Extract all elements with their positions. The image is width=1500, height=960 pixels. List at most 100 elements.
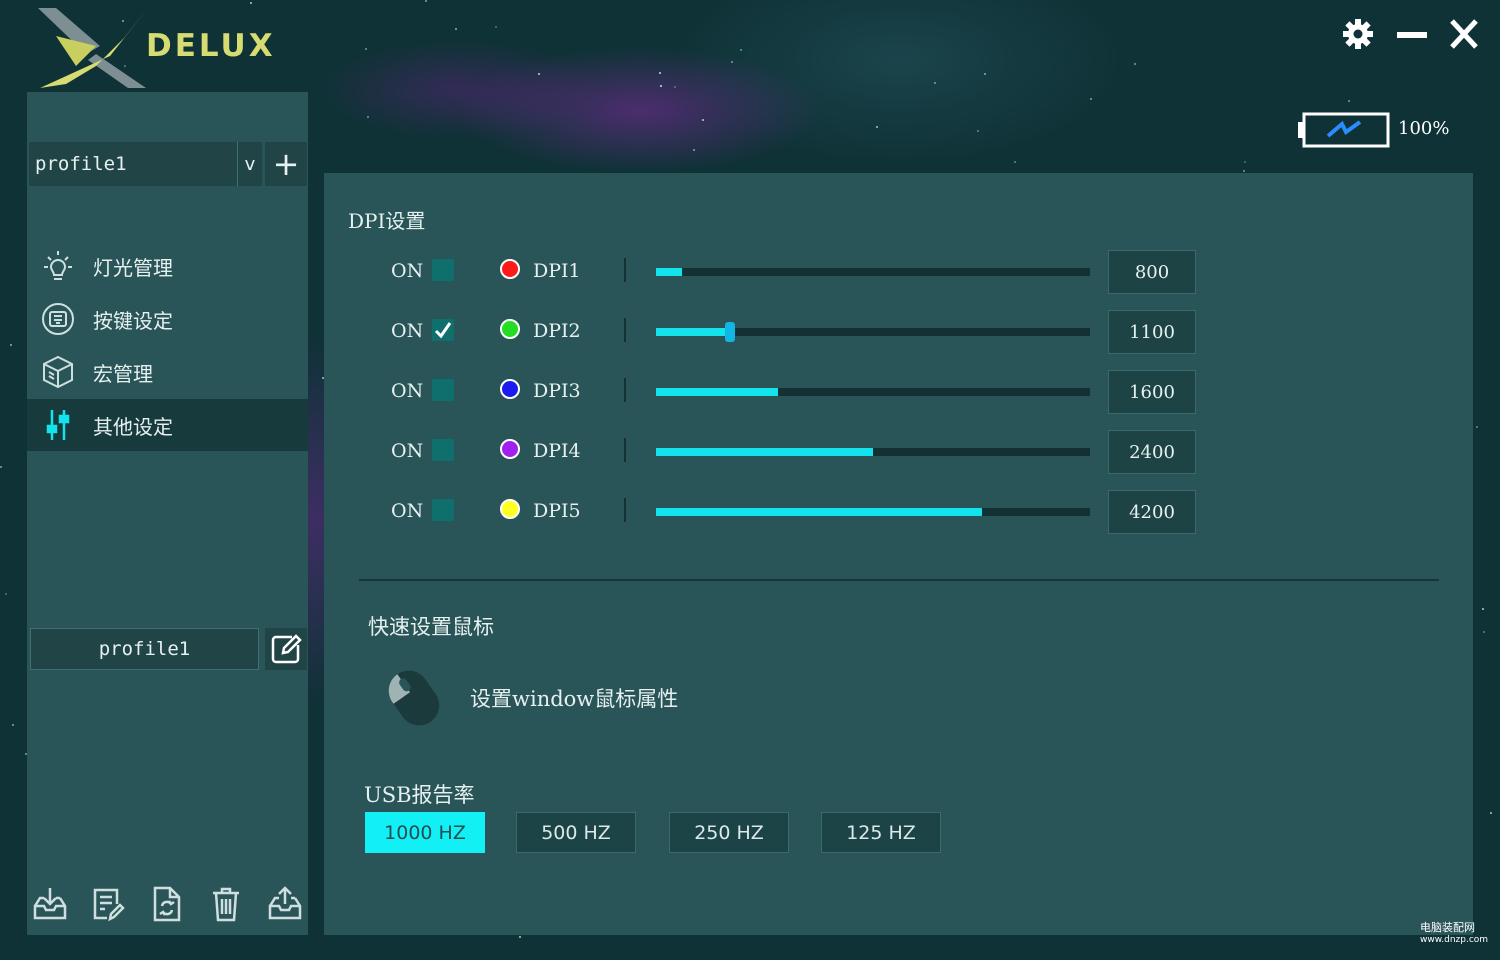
dpi-on-label: ON — [391, 380, 424, 402]
minimize-button[interactable] — [1392, 14, 1432, 54]
delete-profile-button[interactable] — [206, 884, 246, 924]
sidebar: profile1 v + 灯光管理 按键设定 宏管理 其他设定 profile1 — [27, 92, 308, 935]
dpi-value-field[interactable]: 800 — [1108, 250, 1196, 294]
watermark-line: 电脑装配网 — [1420, 921, 1475, 934]
star — [977, 130, 979, 132]
dpi-value-field[interactable]: 1100 — [1108, 310, 1196, 354]
dpi-slider-fill — [656, 508, 982, 516]
gear-icon — [1343, 19, 1373, 49]
dpi-slider[interactable] — [656, 322, 1090, 342]
dpi-value-field[interactable]: 1600 — [1108, 370, 1196, 414]
nav-item-label: 其他设定 — [93, 414, 173, 439]
nav-item-lighting[interactable]: 灯光管理 — [27, 240, 308, 292]
star — [250, 2, 252, 4]
dpi-color-indicator[interactable] — [500, 439, 520, 459]
dpi-value-field[interactable]: 2400 — [1108, 430, 1196, 474]
nav-item-macro[interactable]: 宏管理 — [27, 346, 308, 398]
dpi-name: DPI3 — [533, 380, 581, 402]
rename-profile-button[interactable] — [265, 628, 307, 670]
star — [674, 86, 676, 88]
profile-dropdown-button[interactable]: v — [237, 142, 262, 186]
dpi-color-indicator[interactable] — [500, 319, 520, 339]
star — [876, 126, 878, 128]
dpi-slider-fill — [656, 268, 682, 276]
star — [1134, 63, 1136, 65]
keypad-icon — [39, 300, 77, 338]
star — [731, 61, 733, 63]
star — [367, 116, 369, 118]
star — [1014, 161, 1016, 163]
plus-icon: + — [272, 145, 300, 183]
dpi-on-label: ON — [391, 500, 424, 522]
star — [1243, 170, 1245, 172]
import-icon — [33, 888, 67, 920]
export-profile-button[interactable] — [265, 884, 305, 924]
dpi-on-label: ON — [391, 260, 424, 282]
dpi-name: DPI1 — [533, 260, 581, 282]
nav-item-keys[interactable]: 按键设定 — [27, 293, 308, 345]
dpi-name: DPI2 — [533, 320, 581, 342]
dpi-slider-fill — [656, 388, 778, 396]
reset-icon — [153, 886, 181, 922]
dpi-name: DPI4 — [533, 440, 581, 462]
minimize-icon — [1397, 32, 1427, 38]
profile-select[interactable]: profile1 — [29, 142, 237, 186]
battery-charging-icon — [1298, 112, 1390, 148]
star — [519, 936, 521, 938]
nav-item-label: 宏管理 — [93, 361, 153, 386]
watermark-line: www.dnzp.com — [1420, 935, 1489, 945]
dpi-color-indicator[interactable] — [500, 259, 520, 279]
dpi-slider[interactable] — [656, 448, 1090, 456]
report-rate-500hz-button[interactable]: 500 HZ — [516, 812, 636, 853]
star — [10, 344, 12, 346]
dpi-enable-checkbox[interactable] — [432, 319, 454, 341]
star — [5, 593, 7, 595]
dpi-row: ON DPI1 800 — [324, 250, 1473, 296]
dpi-settings-title: DPI设置 — [348, 209, 426, 233]
report-rate-250hz-button[interactable]: 250 HZ — [669, 812, 789, 853]
report-rate-125hz-button[interactable]: 125 HZ — [821, 812, 941, 853]
star — [1476, 426, 1478, 428]
profile-name-field[interactable]: profile1 — [30, 628, 259, 670]
windows-mouse-properties-link[interactable]: 设置window鼠标属性 — [470, 683, 678, 713]
dpi-enable-checkbox[interactable] — [432, 439, 454, 461]
notes-icon — [93, 888, 125, 922]
star — [12, 724, 14, 726]
import-profile-button[interactable] — [30, 884, 70, 924]
export-icon — [268, 886, 302, 920]
checkmark-icon — [434, 322, 452, 339]
star — [1090, 98, 1092, 100]
nav-item-other-settings[interactable]: 其他设定 — [27, 399, 308, 451]
notes-button[interactable] — [88, 884, 128, 924]
star — [538, 73, 540, 75]
settings-button[interactable] — [1338, 14, 1378, 54]
dpi-enable-checkbox[interactable] — [432, 259, 454, 281]
dpi-color-indicator[interactable] — [500, 379, 520, 399]
dpi-slider[interactable] — [656, 508, 1090, 516]
dpi-slider[interactable] — [656, 268, 1090, 276]
dpi-value-field[interactable]: 4200 — [1108, 490, 1196, 534]
close-icon — [1450, 19, 1478, 49]
report-rate-1000hz-button[interactable]: 1000 HZ — [365, 812, 485, 853]
star — [425, 0, 427, 2]
reset-profile-button[interactable] — [147, 884, 187, 924]
sliders-icon — [39, 406, 77, 444]
dpi-row: ON DPI2 1100 — [324, 310, 1473, 356]
dpi-slider-handle[interactable] — [725, 322, 735, 342]
close-button[interactable] — [1444, 14, 1484, 54]
cube-icon — [39, 353, 77, 391]
separator — [624, 318, 626, 342]
star — [1490, 812, 1492, 814]
dpi-enable-checkbox[interactable] — [432, 379, 454, 401]
watermark: 电脑装配网 www.dnzp.com — [1420, 922, 1488, 946]
dpi-enable-checkbox[interactable] — [432, 499, 454, 521]
dpi-color-indicator[interactable] — [500, 499, 520, 519]
nav-item-label: 灯光管理 — [93, 255, 173, 280]
star — [934, 82, 936, 84]
dpi-slider[interactable] — [656, 388, 1090, 396]
star — [1348, 100, 1350, 102]
section-divider — [359, 579, 1439, 581]
dpi-row: ON DPI3 1600 — [324, 370, 1473, 416]
separator — [624, 378, 626, 402]
add-profile-button[interactable]: + — [265, 142, 307, 186]
